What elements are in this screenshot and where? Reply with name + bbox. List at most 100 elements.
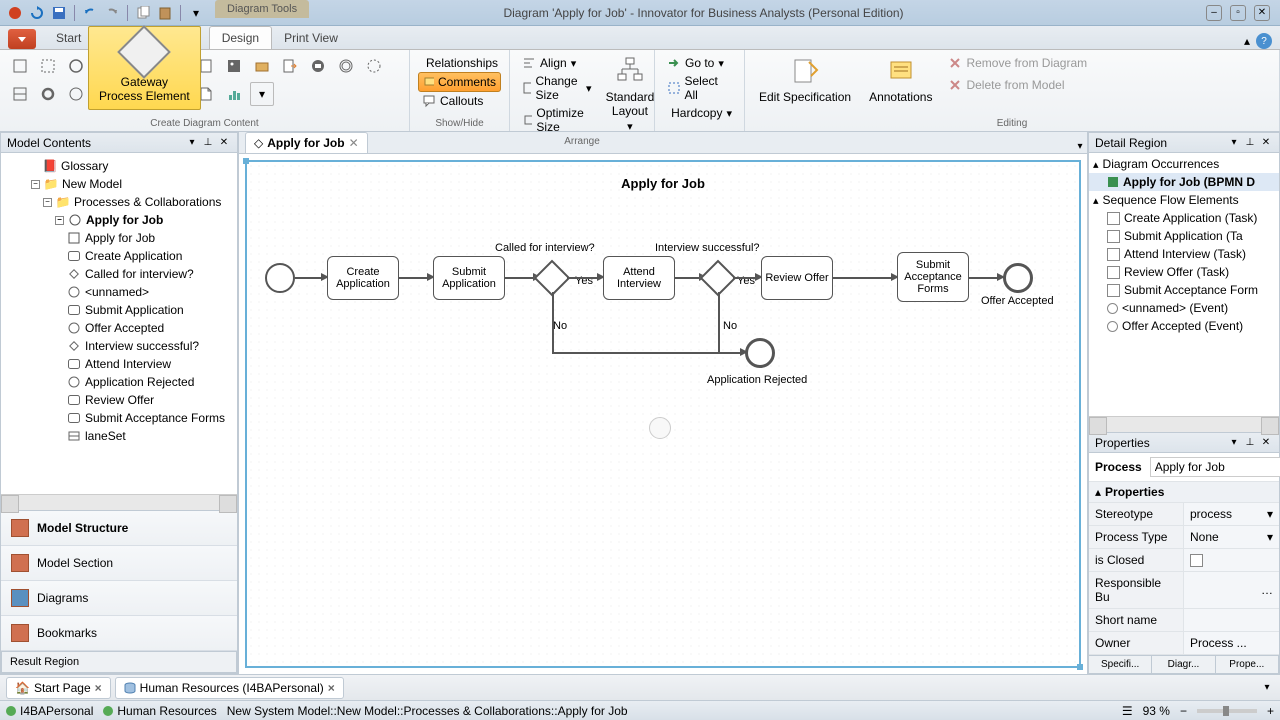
hardcopy-menu[interactable]: Hardcopy ▾ — [663, 104, 736, 122]
doc-menu-icon[interactable]: ▾ — [1073, 139, 1087, 153]
checkbox-icon[interactable] — [1107, 230, 1120, 243]
end-event-accepted[interactable] — [1003, 263, 1033, 293]
panel-close-icon[interactable]: ✕ — [1259, 136, 1273, 150]
process-name-input[interactable] — [1150, 457, 1280, 477]
qat-dropdown-icon[interactable]: ▾ — [187, 4, 205, 22]
close-tab-icon[interactable]: × — [95, 681, 102, 695]
panel-pin-icon[interactable]: ⊥ — [201, 136, 215, 150]
detail-item[interactable]: Submit Acceptance Form — [1089, 281, 1279, 299]
checkbox-icon[interactable] — [1107, 284, 1120, 297]
relationships-toggle[interactable]: Relationships — [418, 54, 501, 72]
refresh-icon[interactable] — [28, 4, 46, 22]
task-review-offer[interactable]: Review Offer — [761, 256, 833, 300]
gateway-called[interactable] — [534, 260, 571, 297]
paste-icon[interactable] — [156, 4, 174, 22]
save-icon[interactable] — [50, 4, 68, 22]
tree-apply-job-diagram[interactable]: Apply for Job — [1, 229, 237, 247]
checkbox-icon[interactable] — [1107, 266, 1120, 279]
tree-item[interactable]: Called for interview? — [1, 265, 237, 283]
comments-toggle[interactable]: Comments — [418, 72, 501, 92]
undo-icon[interactable] — [81, 4, 99, 22]
bottom-tab-start[interactable]: 🏠 Start Page × — [6, 677, 111, 699]
minimize-button[interactable]: – — [1206, 5, 1222, 21]
panel-close-icon[interactable]: ✕ — [217, 136, 231, 150]
goto-menu[interactable]: Go to ▾ — [663, 54, 736, 72]
status-view-icon[interactable]: ☰ — [1122, 704, 1133, 718]
tree-item[interactable]: Create Application — [1, 247, 237, 265]
edit-specification-button[interactable]: Edit Specification — [753, 54, 857, 106]
callouts-toggle[interactable]: Callouts — [418, 92, 501, 110]
detail-apply-bpmn[interactable]: Apply for Job (BPMN D — [1089, 173, 1279, 191]
detail-item[interactable]: <unnamed> (Event) — [1089, 299, 1279, 317]
task-submit-application[interactable]: Submit Application — [433, 256, 505, 300]
radio-icon[interactable] — [1107, 321, 1118, 332]
canvas-control-icon[interactable] — [649, 417, 671, 439]
horizontal-scrollbar[interactable] — [1089, 416, 1279, 432]
panel-pin-icon[interactable]: ⊥ — [1243, 136, 1257, 150]
intermediate-event-icon[interactable] — [362, 54, 386, 78]
diagrams-button[interactable]: Diagrams — [1, 581, 237, 616]
chart-icon[interactable] — [222, 82, 246, 106]
change-size-menu[interactable]: Change Size ▾ — [518, 72, 596, 104]
model-section-button[interactable]: Model Section — [1, 546, 237, 581]
optimize-size-button[interactable]: Optimize Size — [518, 104, 596, 136]
is-closed-checkbox[interactable] — [1190, 554, 1203, 567]
prop-tab-diagram[interactable]: Diagr... — [1152, 656, 1215, 673]
bottom-tab-hr[interactable]: Human Resources (I4BAPersonal) × — [115, 677, 344, 699]
end-event-rejected[interactable] — [745, 338, 775, 368]
prop-val-stereotype[interactable]: process — [1190, 507, 1232, 521]
checkbox-icon[interactable] — [1107, 212, 1120, 225]
maximize-button[interactable]: ▫ — [1230, 5, 1246, 21]
timer-icon[interactable] — [334, 54, 358, 78]
standard-layout-button[interactable]: Standard Layout▾ — [600, 54, 661, 136]
radio-icon[interactable] — [1107, 303, 1118, 314]
ribbon-collapse-icon[interactable]: ▴ — [1244, 34, 1250, 48]
bookmarks-button[interactable]: Bookmarks — [1, 616, 237, 651]
horizontal-scrollbar[interactable] — [1, 494, 237, 510]
start-event[interactable] — [265, 263, 295, 293]
tree-item[interactable]: Submit Acceptance Forms — [1, 409, 237, 427]
panel-dropdown-icon[interactable]: ▾ — [1227, 436, 1241, 450]
tree-item[interactable]: <unnamed> — [1, 283, 237, 301]
pointer-tool-icon[interactable] — [8, 54, 32, 78]
detail-item[interactable]: Submit Application (Ta — [1089, 227, 1279, 245]
message-start-icon[interactable] — [306, 54, 330, 78]
zoom-out-icon[interactable]: − — [1180, 704, 1187, 718]
close-tab-icon[interactable]: × — [328, 681, 335, 695]
tree-new-model[interactable]: −📁New Model — [1, 175, 237, 193]
zoom-level[interactable]: 93 % — [1143, 704, 1170, 718]
tree-glossary[interactable]: 📕Glossary — [1, 157, 237, 175]
align-menu[interactable]: Align ▾ — [518, 54, 596, 72]
tree-item[interactable]: Review Offer — [1, 391, 237, 409]
panel-close-icon[interactable]: ✕ — [1259, 436, 1273, 450]
diagram-canvas[interactable]: Apply for Job Create Application Submit … — [239, 154, 1087, 674]
collapse-icon[interactable]: − — [43, 198, 52, 207]
detail-item[interactable]: Attend Interview (Task) — [1089, 245, 1279, 263]
collapse-icon[interactable]: − — [31, 180, 40, 189]
properties-section-header[interactable]: Properties — [1105, 485, 1164, 499]
zoom-in-icon[interactable]: + — [1267, 704, 1274, 718]
tree-item[interactable]: Offer Accepted — [1, 319, 237, 337]
app-menu-button[interactable] — [8, 29, 36, 49]
tab-start[interactable]: Start — [44, 27, 93, 49]
prop-tab-specification[interactable]: Specifi... — [1089, 656, 1152, 673]
select-all-button[interactable]: Select All — [663, 72, 736, 104]
prop-val-owner[interactable]: Process ... — [1190, 636, 1247, 650]
redo-icon[interactable] — [103, 4, 121, 22]
task-attend-interview[interactable]: Attend Interview — [603, 256, 675, 300]
event-icon[interactable] — [64, 82, 88, 106]
task-submit-acceptance[interactable]: Submit Acceptance Forms — [897, 252, 969, 302]
detail-occurrences-header[interactable]: ▴ Diagram Occurrences — [1089, 155, 1279, 173]
detail-item[interactable]: Create Application (Task) — [1089, 209, 1279, 227]
more-dropdown-icon[interactable]: ▾ — [250, 82, 274, 106]
prop-val-ptype[interactable]: None — [1190, 530, 1219, 544]
gateway-success[interactable] — [700, 260, 737, 297]
help-icon[interactable]: ? — [1256, 33, 1272, 49]
image-icon[interactable] — [222, 54, 246, 78]
copy-icon[interactable] — [134, 4, 152, 22]
panel-pin-icon[interactable]: ⊥ — [1243, 436, 1257, 450]
tab-design[interactable]: Design — [209, 26, 272, 49]
app-icon[interactable] — [6, 4, 24, 22]
tab-print-view[interactable]: Print View — [272, 27, 350, 49]
lane-tool-icon[interactable] — [8, 82, 32, 106]
